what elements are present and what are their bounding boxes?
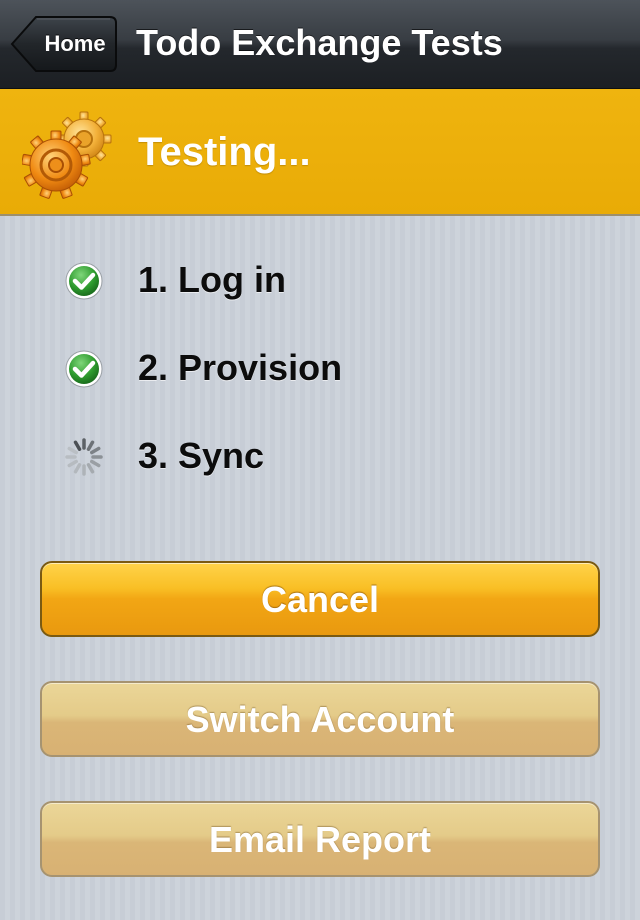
step-provision: 2. Provision — [0, 324, 640, 412]
back-button-label: Home — [44, 31, 106, 56]
checkmark-icon — [65, 350, 103, 388]
cancel-button[interactable]: Cancel — [40, 561, 600, 637]
step-sync: 3. Sync — [0, 412, 640, 500]
step-label: 1. Log in — [138, 259, 286, 300]
status-header: Testing... — [0, 89, 640, 216]
switch-account-button[interactable]: Switch Account — [40, 681, 600, 757]
page-title: Todo Exchange Tests — [136, 22, 503, 63]
step-label: 3. Sync — [138, 435, 265, 476]
navigation-bar: Home Todo Exchange Tests — [0, 0, 640, 89]
email-report-button[interactable]: Email Report — [40, 801, 600, 877]
home-back-button[interactable]: Home — [10, 15, 118, 73]
step-label: 2. Provision — [138, 347, 343, 388]
status-title: Testing... — [138, 130, 311, 174]
step-log-in: 1. Log in — [0, 236, 640, 324]
spinner-icon — [65, 438, 103, 476]
gears-icon — [22, 111, 112, 199]
checkmark-icon — [65, 262, 103, 300]
